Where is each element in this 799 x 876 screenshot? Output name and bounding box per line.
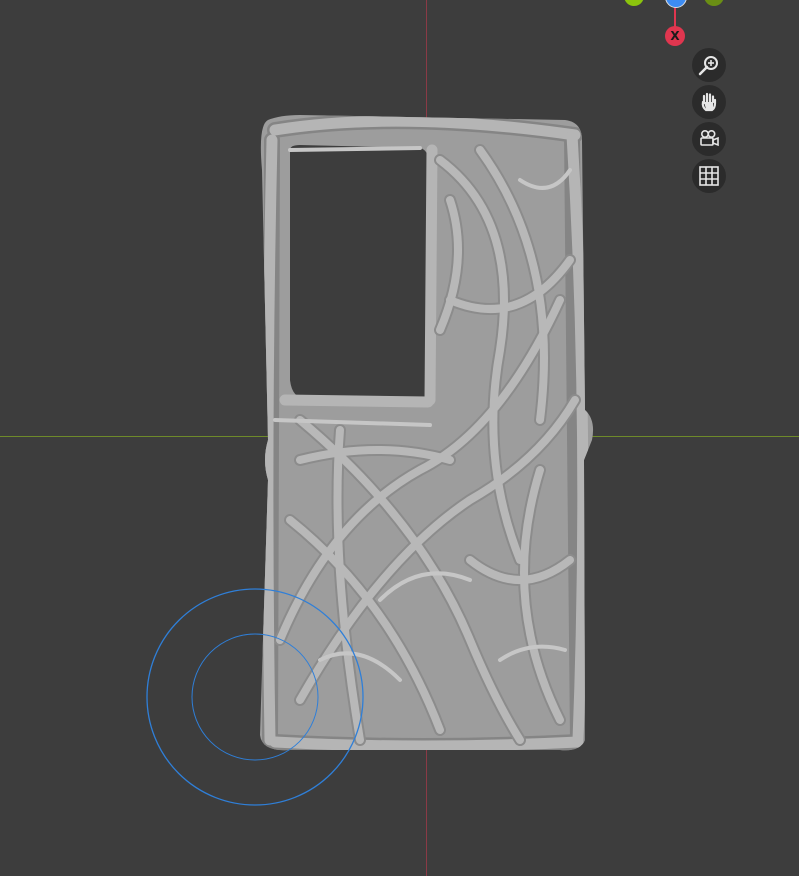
gizmo-x-label: X: [670, 29, 680, 43]
phone-case-model[interactable]: [0, 0, 799, 876]
camera-cutout: [290, 145, 428, 398]
pan-button[interactable]: [692, 85, 726, 119]
brush-cursor: [146, 588, 364, 806]
zoom-button[interactable]: [692, 48, 726, 82]
gizmo-x-axis-dot[interactable]: X: [665, 26, 685, 46]
3d-viewport[interactable]: X: [0, 0, 799, 876]
magnifier-plus-icon: [698, 56, 718, 76]
grid-icon: [699, 166, 719, 186]
hand-icon: [701, 92, 717, 112]
movie-camera-icon: [700, 129, 719, 147]
orthographic-toggle-button[interactable]: [692, 159, 726, 193]
camera-view-button[interactable]: [692, 122, 726, 156]
